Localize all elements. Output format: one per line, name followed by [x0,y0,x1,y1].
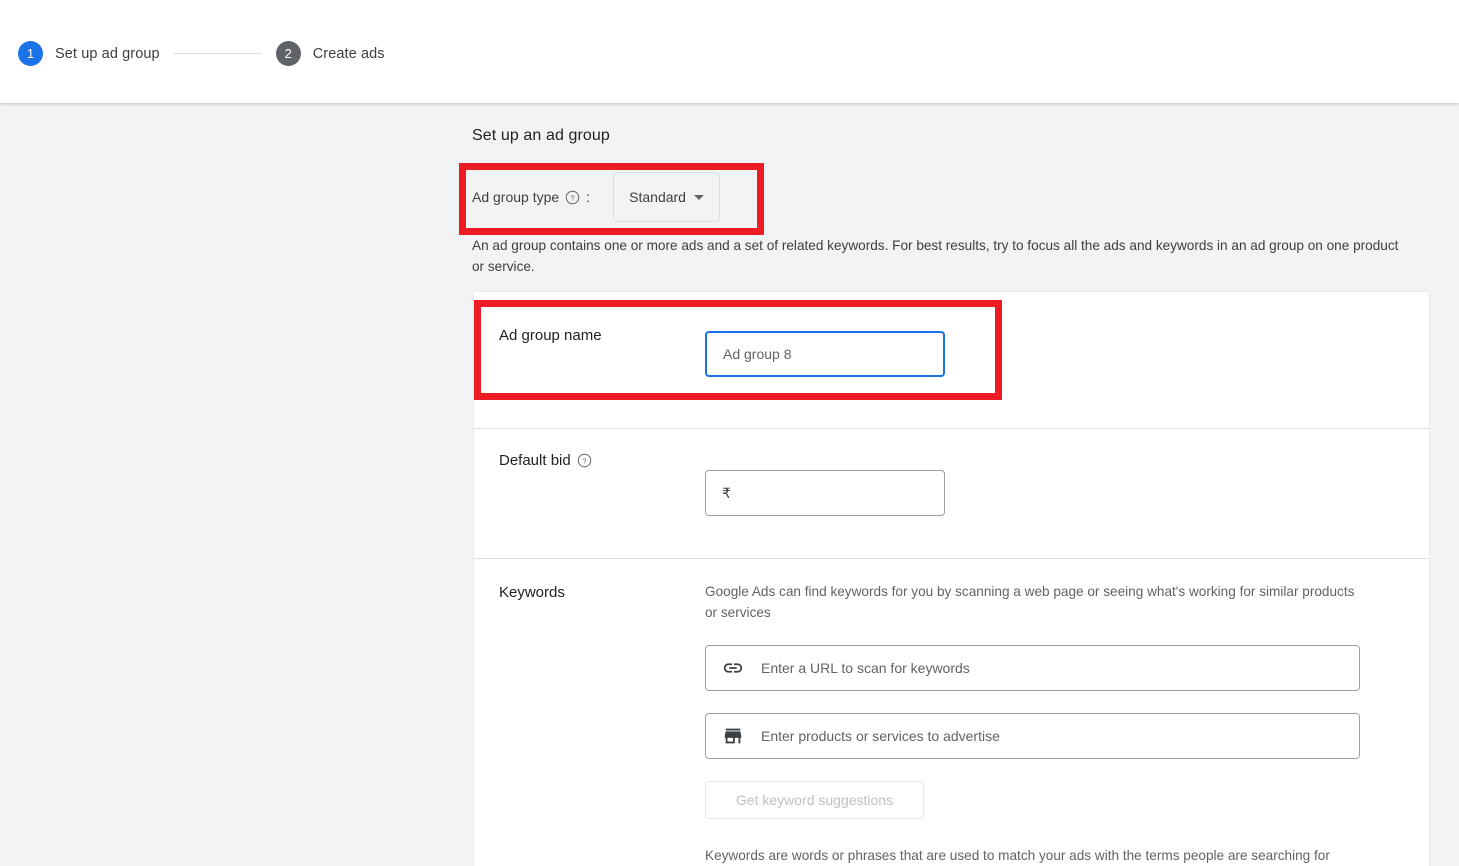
ad-group-settings-card: Ad group name Default bid ? ₹ [473,291,1430,866]
setup-stepper: 1 Set up ad group 2 Create ads [18,41,385,66]
step-1-label: Set up ad group [55,45,160,62]
ad-group-description: An ad group contains one or more ads and… [472,238,1399,274]
keywords-body: Google Ads can find keywords for you by … [705,559,1360,866]
step-2-label: Create ads [312,45,385,62]
keywords-section: Keywords Google Ads can find keywords fo… [474,559,1429,866]
ad-group-type-colon: : [586,189,591,205]
ad-group-type-row: Ad group type ? : Standard [472,165,721,229]
currency-symbol: ₹ [722,484,731,501]
default-bid-field[interactable]: ₹ [705,470,945,516]
keywords-intro-text: Google Ads can find keywords for you by … [705,584,1355,620]
keywords-url-field[interactable] [705,645,1360,691]
svg-text:?: ? [571,193,575,202]
svg-text:?: ? [582,456,586,465]
ad-group-type-dropdown[interactable]: Standard [613,172,721,222]
step-1-number-badge: 1 [18,41,43,66]
keywords-products-field[interactable] [705,713,1360,759]
default-bid-section: Default bid ? ₹ [474,429,1429,558]
stepper-step-2[interactable]: 2 Create ads [275,41,385,66]
step-2-number-badge: 2 [275,41,301,66]
ad-group-type-selected-value: Standard [629,189,686,205]
page-root: 1 Set up ad group 2 Create ads Set up an… [0,0,1459,866]
help-circle-icon[interactable]: ? [577,453,592,468]
default-bid-label-text: Default bid [499,452,571,469]
ad-group-type-label-text: Ad group type [472,189,560,205]
page-title: Set up an ad group [472,127,610,144]
keywords-footnote-text: Keywords are words or phrases that are u… [705,848,1330,863]
ad-group-name-label: Ad group name [499,327,602,344]
chevron-down-icon [693,194,704,200]
ad-group-type-label: Ad group type ? : [472,189,590,205]
keywords-label: Keywords [499,584,565,601]
stepper-connector [173,53,262,54]
page-header: 1 Set up ad group 2 Create ads [0,0,1459,103]
storefront-icon [721,724,745,748]
ad-group-name-section: Ad group name [474,292,1429,428]
link-icon [721,656,745,680]
stepper-step-1[interactable]: 1 Set up ad group [18,41,160,66]
help-circle-icon[interactable]: ? [565,190,580,205]
keywords-url-input[interactable] [761,646,1359,690]
get-keyword-suggestions-button[interactable]: Get keyword suggestions [705,781,924,819]
keywords-products-input[interactable] [761,714,1359,758]
default-bid-label: Default bid ? [499,452,592,469]
default-bid-input[interactable] [734,471,928,515]
ad-group-name-input[interactable] [705,331,945,377]
